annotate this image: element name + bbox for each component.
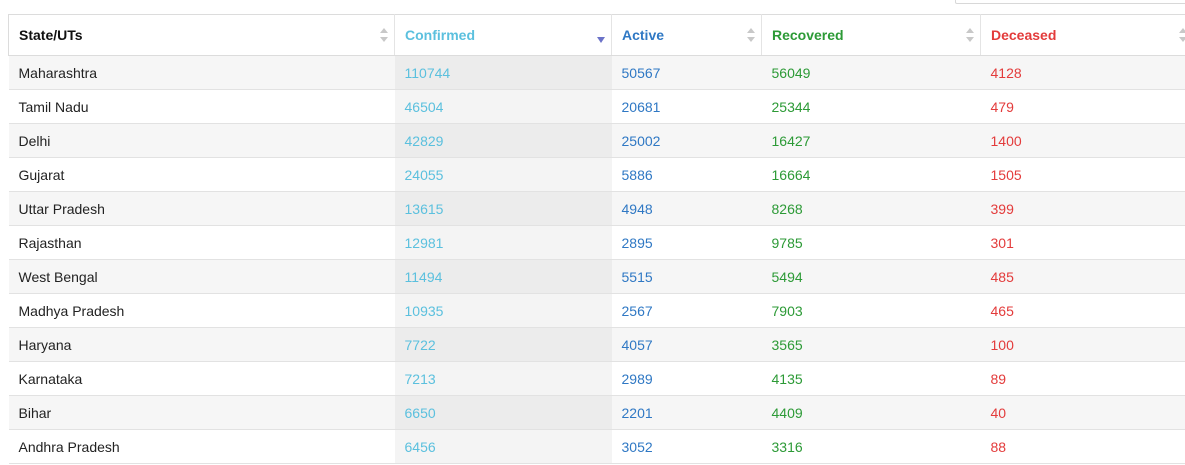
sort-both-icon (747, 28, 755, 42)
table-row: Karnataka 7213 2989 4135 89 (8, 361, 1185, 396)
active-cell: 50567 (611, 55, 762, 90)
sort-descending-icon (597, 37, 605, 43)
column-header-recovered-label: Recovered (772, 27, 844, 43)
state-cell: West Bengal (8, 259, 395, 294)
confirmed-cell: 42829 (394, 123, 612, 158)
deceased-cell: 4128 (980, 55, 1185, 90)
recovered-cell: 25344 (761, 89, 981, 124)
column-header-deceased-label: Deceased (991, 27, 1057, 43)
table-row: Delhi 42829 25002 16427 1400 (8, 123, 1185, 158)
column-header-state-label: State/UTs (19, 27, 83, 43)
column-header-active[interactable]: Active (611, 14, 762, 56)
active-cell: 4948 (611, 191, 762, 226)
state-cell: Andhra Pradesh (8, 429, 395, 464)
recovered-cell: 56049 (761, 55, 981, 90)
sort-both-icon (1179, 28, 1185, 42)
state-cell: Haryana (8, 327, 395, 362)
deceased-cell: 479 (980, 89, 1185, 124)
deceased-cell: 485 (980, 259, 1185, 294)
active-cell: 20681 (611, 89, 762, 124)
confirmed-cell: 110744 (394, 55, 612, 90)
table-row: Maharashtra 110744 50567 56049 4128 (8, 55, 1185, 90)
state-cell: Uttar Pradesh (8, 191, 395, 226)
active-cell: 2989 (611, 361, 762, 396)
deceased-cell: 465 (980, 293, 1185, 328)
active-cell: 2895 (611, 225, 762, 260)
state-cell: Bihar (8, 395, 395, 430)
recovered-cell: 3316 (761, 429, 981, 464)
table-row: Andhra Pradesh 6456 3052 3316 88 (8, 429, 1185, 464)
recovered-cell: 4135 (761, 361, 981, 396)
sort-both-icon (966, 28, 974, 42)
table-row: Uttar Pradesh 13615 4948 8268 399 (8, 191, 1185, 226)
recovered-cell: 7903 (761, 293, 981, 328)
column-header-confirmed-label: Confirmed (405, 27, 475, 43)
states-table: State/UTs Confirmed Active Recovered Dec… (8, 14, 1185, 464)
table-row: Gujarat 24055 5886 16664 1505 (8, 157, 1185, 192)
state-cell: Gujarat (8, 157, 395, 192)
recovered-cell: 5494 (761, 259, 981, 294)
table-header-row: State/UTs Confirmed Active Recovered Dec… (8, 14, 1185, 56)
search-input[interactable] (955, 0, 1185, 4)
active-cell: 25002 (611, 123, 762, 158)
deceased-cell: 1400 (980, 123, 1185, 158)
deceased-cell: 1505 (980, 157, 1185, 192)
deceased-cell: 100 (980, 327, 1185, 362)
table-row: Rajasthan 12981 2895 9785 301 (8, 225, 1185, 260)
active-cell: 5515 (611, 259, 762, 294)
state-cell: Madhya Pradesh (8, 293, 395, 328)
active-cell: 4057 (611, 327, 762, 362)
confirmed-cell: 24055 (394, 157, 612, 192)
confirmed-cell: 7213 (394, 361, 612, 396)
active-cell: 2567 (611, 293, 762, 328)
recovered-cell: 9785 (761, 225, 981, 260)
deceased-cell: 399 (980, 191, 1185, 226)
confirmed-cell: 13615 (394, 191, 612, 226)
confirmed-cell: 11494 (394, 259, 612, 294)
active-cell: 2201 (611, 395, 762, 430)
table-row: Tamil Nadu 46504 20681 25344 479 (8, 89, 1185, 124)
recovered-cell: 3565 (761, 327, 981, 362)
deceased-cell: 89 (980, 361, 1185, 396)
table-row: Madhya Pradesh 10935 2567 7903 465 (8, 293, 1185, 328)
table-row: Haryana 7722 4057 3565 100 (8, 327, 1185, 362)
confirmed-cell: 6650 (394, 395, 612, 430)
table-row: West Bengal 11494 5515 5494 485 (8, 259, 1185, 294)
confirmed-cell: 46504 (394, 89, 612, 124)
recovered-cell: 16664 (761, 157, 981, 192)
state-cell: Rajasthan (8, 225, 395, 260)
state-cell: Delhi (8, 123, 395, 158)
state-cell: Tamil Nadu (8, 89, 395, 124)
recovered-cell: 16427 (761, 123, 981, 158)
active-cell: 5886 (611, 157, 762, 192)
column-header-active-label: Active (622, 27, 665, 43)
recovered-cell: 4409 (761, 395, 981, 430)
table-row: Bihar 6650 2201 4409 40 (8, 395, 1185, 430)
states-table-container: State/UTs Confirmed Active Recovered Dec… (8, 14, 1185, 464)
state-cell: Maharashtra (8, 55, 395, 90)
recovered-cell: 8268 (761, 191, 981, 226)
confirmed-cell: 6456 (394, 429, 612, 464)
column-header-state[interactable]: State/UTs (8, 14, 395, 56)
deceased-cell: 88 (980, 429, 1185, 464)
confirmed-cell: 7722 (394, 327, 612, 362)
column-header-deceased[interactable]: Deceased (980, 14, 1185, 56)
confirmed-cell: 10935 (394, 293, 612, 328)
active-cell: 3052 (611, 429, 762, 464)
column-header-recovered[interactable]: Recovered (761, 14, 981, 56)
deceased-cell: 40 (980, 395, 1185, 430)
state-cell: Karnataka (8, 361, 395, 396)
column-header-confirmed[interactable]: Confirmed (394, 14, 612, 56)
sort-both-icon (380, 28, 388, 42)
confirmed-cell: 12981 (394, 225, 612, 260)
deceased-cell: 301 (980, 225, 1185, 260)
